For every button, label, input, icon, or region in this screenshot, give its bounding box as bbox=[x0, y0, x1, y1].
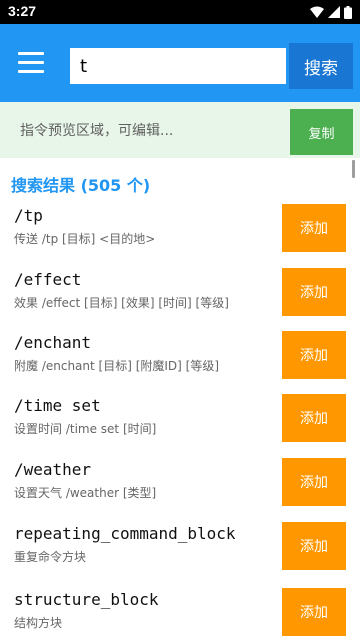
scrollbar[interactable] bbox=[352, 160, 355, 178]
add-button[interactable]: 添加 bbox=[282, 331, 346, 379]
command-name: repeating_command_block bbox=[14, 524, 236, 543]
preview-placeholder[interactable]: 指令预览区域，可编辑... bbox=[20, 120, 173, 140]
command-description: 结构方块 bbox=[14, 616, 63, 630]
battery-icon bbox=[344, 5, 352, 19]
add-button[interactable]: 添加 bbox=[282, 522, 346, 570]
search-input[interactable] bbox=[70, 48, 286, 84]
command-name: /enchant bbox=[14, 333, 92, 352]
add-button[interactable]: 添加 bbox=[282, 588, 346, 636]
list-item: /tp 传送 /tp [目标] <目的地> 添加 bbox=[0, 196, 360, 259]
wifi-icon bbox=[310, 6, 324, 18]
list-item: /weather 设置天气 /weather [类型] 添加 bbox=[0, 450, 360, 513]
status-icons bbox=[310, 5, 352, 19]
list-item: /time set 设置时间 /time set [时间] 添加 bbox=[0, 386, 360, 449]
command-description: 附魔 /enchant [目标] [附魔ID] [等级] bbox=[14, 359, 220, 373]
app-bar: 搜索 bbox=[0, 24, 360, 102]
list-item: repeating_command_block 重复命令方块 添加 bbox=[0, 514, 360, 577]
add-button[interactable]: 添加 bbox=[282, 394, 346, 442]
list-item: /effect 效果 /effect [目标] [效果] [时间] [等级] 添… bbox=[0, 260, 360, 323]
command-preview-area[interactable]: 指令预览区域，可编辑... 复制 bbox=[0, 102, 360, 158]
results-header: 搜索结果 (505 个) bbox=[11, 176, 151, 195]
command-description: 效果 /effect [目标] [效果] [时间] [等级] bbox=[14, 296, 229, 310]
status-bar: 3:27 bbox=[0, 0, 360, 24]
command-description: 设置天气 /weather [类型] bbox=[14, 486, 157, 500]
search-button[interactable]: 搜索 bbox=[289, 43, 353, 89]
command-name: /weather bbox=[14, 460, 92, 479]
command-name: /time set bbox=[14, 396, 101, 415]
add-button[interactable]: 添加 bbox=[282, 204, 346, 252]
add-button[interactable]: 添加 bbox=[282, 268, 346, 316]
signal-icon bbox=[328, 6, 340, 18]
command-name: structure_block bbox=[14, 590, 159, 609]
list-item: /enchant 附魔 /enchant [目标] [附魔ID] [等级] 添加 bbox=[0, 323, 360, 386]
command-description: 重复命令方块 bbox=[14, 550, 87, 564]
add-button[interactable]: 添加 bbox=[282, 458, 346, 506]
copy-button[interactable]: 复制 bbox=[290, 109, 353, 155]
command-name: /effect bbox=[14, 270, 82, 289]
list-item: structure_block 结构方块 添加 bbox=[0, 580, 360, 643]
status-time: 3:27 bbox=[8, 3, 37, 19]
command-description: 设置时间 /time set [时间] bbox=[14, 422, 157, 436]
command-description: 传送 /tp [目标] <目的地> bbox=[14, 232, 156, 246]
menu-icon[interactable] bbox=[18, 52, 46, 74]
command-name: /tp bbox=[14, 206, 43, 225]
